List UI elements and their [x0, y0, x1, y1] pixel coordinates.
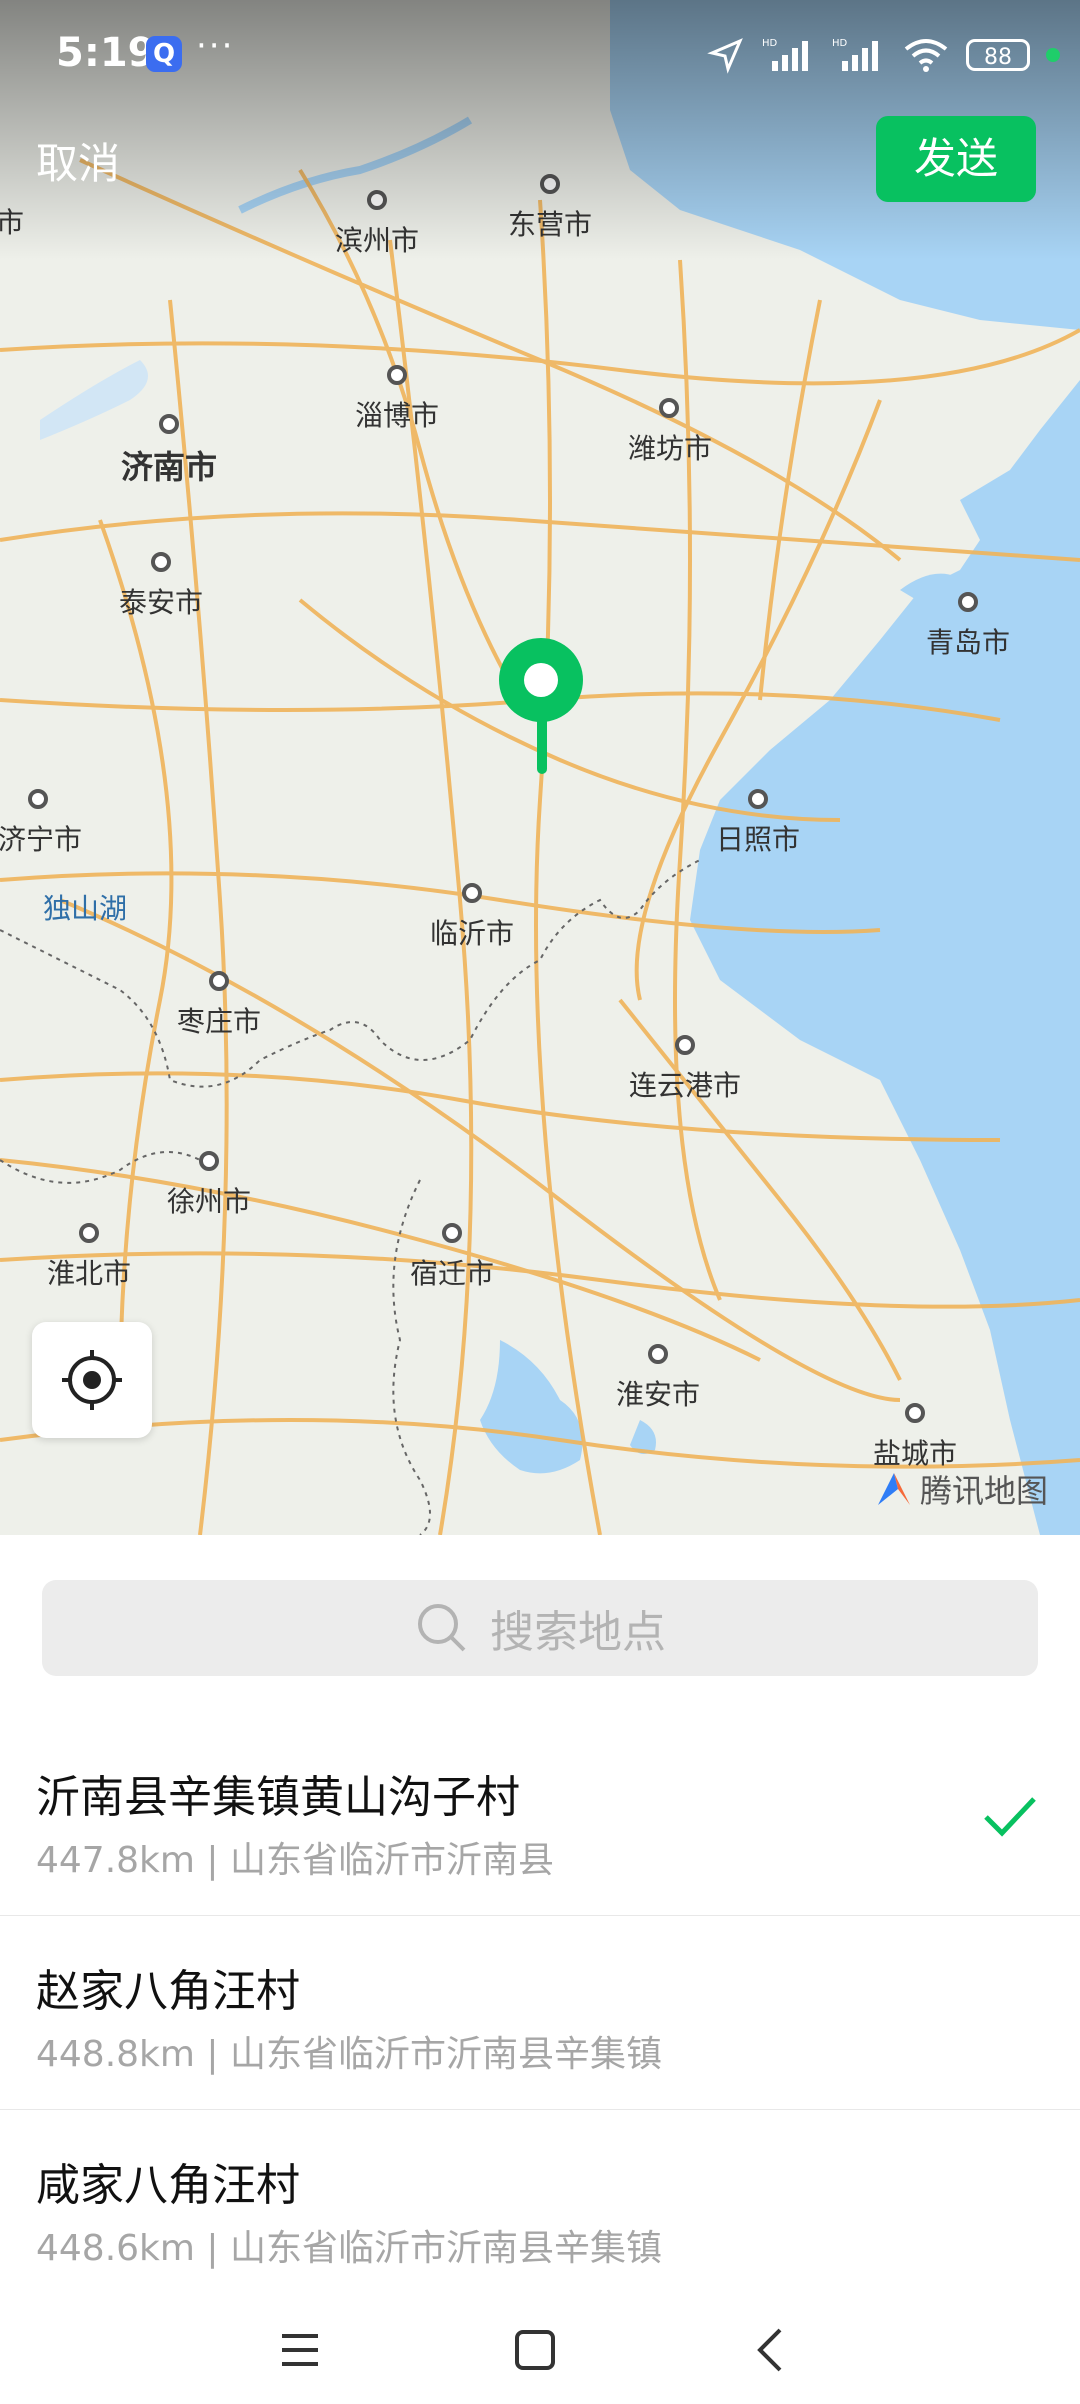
svg-text:HD: HD [832, 38, 848, 49]
list-item[interactable]: 赵家八角汪村 448.8km | 山东省临沂市沂南县辛集镇 [0, 1915, 1080, 2110]
place-name: 咸家八角汪村 [36, 2160, 300, 2211]
place-detail: 447.8km | 山东省临沂市沂南县 [36, 1840, 554, 1881]
crosshair-icon [62, 1350, 122, 1410]
search-input[interactable]: 搜索地点 [42, 1580, 1038, 1676]
tencent-map-logo-icon [878, 1473, 910, 1505]
list-item[interactable]: 咸家八角汪村 448.6km | 山东省临沂市沂南县辛集镇 [0, 2109, 1080, 2303]
signal-icon: HD [762, 38, 808, 71]
checkmark-icon [984, 1797, 1036, 1837]
place-detail: 448.6km | 山东省临沂市沂南县辛集镇 [36, 2228, 662, 2269]
search-icon [418, 1604, 466, 1652]
city-label: 宿迁市 [410, 1258, 494, 1289]
place-name: 沂南县辛集镇黄山沟子村 [36, 1772, 520, 1823]
battery-icon: 88 [966, 39, 1030, 71]
city-label: 淮安市 [616, 1379, 700, 1410]
status-time: 5:19 [56, 30, 156, 76]
status-bar: 5:19 Q ··· HD HD 88 [0, 0, 1080, 100]
location-sheet: 搜索地点 沂南县辛集镇黄山沟子村 447.8km | 山东省临沂市沂南县 赵家八… [0, 1535, 1080, 2400]
more-notifications-icon: ··· [196, 26, 235, 66]
city-label: 潍坊市 [628, 433, 712, 464]
back-icon[interactable] [757, 2328, 782, 2372]
map-provider-logo: 腾讯地图 [874, 1466, 1048, 1512]
city-label: 济南市 [121, 449, 217, 485]
home-icon[interactable] [515, 2330, 555, 2370]
city-label: 盐城市 [873, 1438, 957, 1469]
city-label: 淄博市 [355, 400, 439, 431]
cancel-button[interactable]: 取消 [36, 130, 120, 191]
status-icons: HD HD 88 [706, 30, 1060, 80]
privacy-indicator-icon [1046, 48, 1060, 62]
city-label: 济宁市 [0, 824, 82, 855]
svg-text:HD: HD [762, 38, 778, 49]
menu-icon[interactable] [282, 2334, 318, 2366]
city-label: 临沂市 [430, 918, 514, 949]
search-placeholder: 搜索地点 [490, 1607, 666, 1658]
my-location-button[interactable] [32, 1322, 152, 1438]
system-nav-bar [0, 2300, 1080, 2400]
map-view[interactable]: 滨州市 东营市 淄博市 潍坊市 济南市 泰安市 青岛市 济宁市 日照市 临沂市 … [0, 0, 1080, 1535]
city-label: 青岛市 [926, 627, 1010, 658]
send-button[interactable]: 发送 [876, 116, 1036, 202]
wifi-icon [904, 39, 948, 72]
map-provider-name: 腾讯地图 [920, 1472, 1049, 1510]
city-label: 枣庄市 [177, 1006, 261, 1037]
list-item[interactable]: 沂南县辛集镇黄山沟子村 447.8km | 山东省临沂市沂南县 [0, 1721, 1080, 1916]
city-label: 连云港市 [629, 1070, 741, 1101]
place-detail: 448.8km | 山东省临沂市沂南县辛集镇 [36, 2034, 662, 2075]
city-label: 泰安市 [119, 587, 203, 618]
signal-icon-2: HD [832, 38, 878, 71]
app-notification-icon: Q [146, 36, 182, 72]
place-name: 赵家八角汪村 [36, 1966, 300, 2017]
lake-label: 独山湖 [43, 893, 127, 924]
city-label: 日照市 [716, 824, 800, 855]
location-arrow-icon [707, 38, 743, 74]
city-label: 淮北市 [47, 1258, 131, 1289]
location-pin-icon [499, 638, 583, 774]
city-label: 徐州市 [167, 1186, 251, 1217]
